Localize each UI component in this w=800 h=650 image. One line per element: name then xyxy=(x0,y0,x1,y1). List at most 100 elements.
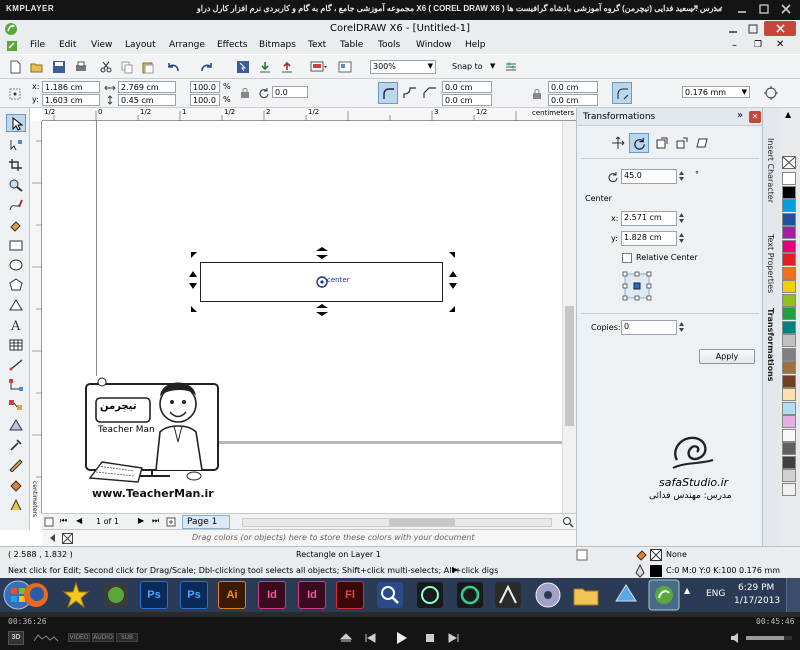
seek-bar[interactable] xyxy=(0,612,800,617)
no-color-swatch-icon[interactable] xyxy=(62,533,73,544)
menu-text[interactable]: Text xyxy=(308,40,326,50)
horizontal-ruler[interactable]: 1/2 0 1/2 1 1/2 2 1/2 3 1/2 centimeters xyxy=(42,108,576,121)
color-swatch[interactable] xyxy=(782,428,796,442)
relative-corner-scaling-button[interactable] xyxy=(612,82,632,104)
snap-chevron-icon[interactable]: ▼ xyxy=(490,62,495,70)
color-swatch[interactable] xyxy=(782,388,796,401)
color-swatch[interactable] xyxy=(782,280,796,293)
scale-height-field[interactable]: 100.0 xyxy=(190,94,220,106)
copies-input[interactable]: 0 xyxy=(621,320,677,335)
vector-app-icon[interactable] xyxy=(494,581,522,609)
menu-effects[interactable]: Effects xyxy=(217,40,248,50)
last-page-icon[interactable]: ⏭ xyxy=(152,516,159,526)
save-icon[interactable] xyxy=(52,60,66,74)
show-desktop-button[interactable] xyxy=(786,578,800,612)
indesign-icon[interactable]: Id xyxy=(258,581,286,609)
player-menu-icon[interactable] xyxy=(712,3,724,15)
color-swatch[interactable] xyxy=(782,199,796,212)
center-x-spinner-icon[interactable] xyxy=(678,212,685,224)
export-icon[interactable] xyxy=(280,60,294,74)
application-launcher-icon[interactable] xyxy=(338,60,352,74)
lock-ratio-icon[interactable] xyxy=(240,87,250,99)
circle-app-icon[interactable] xyxy=(456,581,484,609)
apply-button[interactable]: Apply xyxy=(699,349,755,364)
clock-date[interactable]: 1/17/2013 xyxy=(734,596,780,606)
color-swatch[interactable] xyxy=(782,469,796,482)
color-swatch[interactable] xyxy=(782,266,796,280)
outline-color-swatch[interactable] xyxy=(650,565,662,577)
pick-tool-button[interactable] xyxy=(6,114,26,132)
no-fill-indicator-icon[interactable] xyxy=(650,549,662,561)
page-1-tab[interactable]: Page 1 xyxy=(182,515,230,529)
import-icon[interactable] xyxy=(258,60,272,74)
language-indicator[interactable]: ENG xyxy=(706,589,725,599)
search-app-icon[interactable] xyxy=(376,581,404,609)
menu-layout[interactable]: Layout xyxy=(125,40,156,50)
open-icon[interactable] xyxy=(30,60,44,74)
scale-width-field[interactable]: 100.0 xyxy=(190,81,220,93)
next-page-icon[interactable]: ▶ xyxy=(138,516,144,525)
media-disc-icon[interactable] xyxy=(534,581,562,609)
clock-time[interactable]: 6:29 PM xyxy=(738,583,774,593)
zoom-tool-icon[interactable] xyxy=(8,178,24,192)
tab-insert-character[interactable]: Insert Character xyxy=(766,138,775,230)
firefox-icon[interactable] xyxy=(22,581,50,609)
prev-page-icon[interactable]: ◀ xyxy=(76,516,82,525)
photoshop-2-icon[interactable]: Ps xyxy=(180,581,208,609)
position-tab-icon[interactable] xyxy=(611,136,625,150)
copy-icon[interactable] xyxy=(120,60,134,74)
hint-expand-icon[interactable]: ▶ xyxy=(452,565,458,574)
palette-scroll-up-icon[interactable]: ▲ xyxy=(785,110,791,119)
y-position-field[interactable]: 1.603 cm xyxy=(42,94,100,106)
color-swatch[interactable] xyxy=(782,172,796,185)
width-field[interactable]: 2.769 cm xyxy=(118,81,176,93)
docker-close-icon[interactable]: ✕ xyxy=(749,111,761,123)
menu-arrange[interactable]: Arrange xyxy=(169,40,205,50)
text-tool-icon[interactable]: A xyxy=(8,318,24,332)
photoshop-icon[interactable]: Ps xyxy=(140,581,168,609)
outline-pen-tool-icon[interactable] xyxy=(8,458,24,472)
undo-icon[interactable] xyxy=(166,60,182,74)
x-position-field[interactable]: 1.186 cm xyxy=(42,81,100,93)
no-fill-swatch[interactable] xyxy=(782,156,796,169)
menu-file[interactable]: File xyxy=(30,40,45,50)
paste-icon[interactable] xyxy=(141,60,155,74)
shape-tool-icon[interactable] xyxy=(8,138,24,152)
doc-restore-icon[interactable]: ❐ xyxy=(754,40,762,50)
color-swatch[interactable] xyxy=(782,455,796,469)
relative-center-checkbox[interactable] xyxy=(622,253,632,263)
polygon-tool-icon[interactable] xyxy=(8,278,24,292)
coreldraw-active-icon[interactable] xyxy=(648,579,680,611)
app-minimize-icon[interactable] xyxy=(728,24,738,34)
color-swatch[interactable] xyxy=(782,334,796,347)
close-icon[interactable] xyxy=(780,3,792,15)
cut-icon[interactable] xyxy=(99,60,113,74)
horizontal-scroll-thumb[interactable] xyxy=(389,519,455,526)
publish-pdf-icon[interactable] xyxy=(310,60,328,74)
tray-expand-icon[interactable]: ▲ xyxy=(684,586,690,595)
rectangle-tool-icon[interactable] xyxy=(8,238,24,252)
color-swatch[interactable] xyxy=(782,226,796,239)
color-eyedropper-tool-icon[interactable] xyxy=(8,438,24,452)
menu-window[interactable]: Window xyxy=(416,40,452,50)
minimize-icon[interactable] xyxy=(736,3,748,15)
lock-corners-icon[interactable] xyxy=(532,88,542,100)
new-document-icon[interactable] xyxy=(8,60,22,74)
audio-settings-button[interactable]: AUDIO xyxy=(92,633,114,642)
color-swatch[interactable] xyxy=(782,307,796,320)
corner-radius-3-field[interactable]: 0.0 cm xyxy=(442,94,492,106)
search-content-icon[interactable] xyxy=(236,60,250,74)
size-tab-icon[interactable] xyxy=(675,136,689,150)
outline-width-select[interactable]: 0.176 mm ▼ xyxy=(682,86,750,98)
scale-mirror-tab-icon[interactable] xyxy=(655,136,669,150)
interactive-fill-tool-icon[interactable] xyxy=(8,498,24,512)
document-icon[interactable] xyxy=(6,40,18,52)
menu-tools[interactable]: Tools xyxy=(378,40,400,50)
color-swatch[interactable] xyxy=(782,347,796,361)
color-swatch[interactable] xyxy=(782,293,796,307)
video-settings-button[interactable]: VIDEO xyxy=(68,633,90,642)
smart-fill-tool-icon[interactable] xyxy=(8,218,24,232)
previous-icon[interactable] xyxy=(364,633,376,643)
options-icon[interactable] xyxy=(504,60,518,74)
volume-icon[interactable] xyxy=(730,632,742,644)
